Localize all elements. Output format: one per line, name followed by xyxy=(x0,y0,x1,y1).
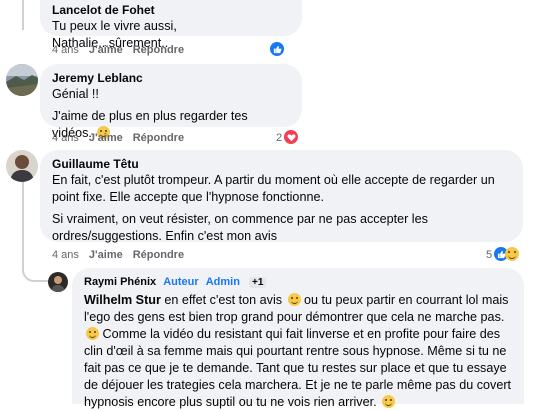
reply-link[interactable]: Répondre xyxy=(133,248,184,262)
avatar[interactable] xyxy=(6,150,38,182)
comment-time[interactable]: 4 ans xyxy=(52,43,79,57)
comment-paragraph: En fait, c'est plutôt trompeur. A partir… xyxy=(52,173,495,204)
comment-author[interactable]: Jeremy Leblanc xyxy=(52,71,290,86)
comment-paragraph: Si vraiment, on veut résister, on commen… xyxy=(52,212,428,243)
avatar[interactable] xyxy=(6,64,38,96)
love-reaction-icon[interactable] xyxy=(284,130,298,144)
thread-line xyxy=(22,0,24,30)
reaction-count[interactable]: 5 xyxy=(486,248,492,262)
thread-line-curve xyxy=(22,262,48,282)
comment-actions: 4 ans J'aime Répondre xyxy=(52,43,184,57)
grin-emoji-icon xyxy=(382,395,396,408)
comment-bubble: Jeremy Leblanc Génial !! J'aime de plus … xyxy=(40,64,302,140)
comment-bubble: Guillaume Têtu En fait, c'est plutôt tro… xyxy=(40,150,523,245)
comment-actions: 4 ans J'aime Répondre xyxy=(52,248,184,262)
admin-badge: Admin xyxy=(205,276,240,288)
comment-line: Génial !! xyxy=(52,87,99,101)
comment-time[interactable]: 4 ans xyxy=(52,131,79,145)
comment-text: En fait, c'est plutôt trompeur. A partir… xyxy=(52,172,511,245)
reaction-count[interactable]: 2 xyxy=(276,131,282,145)
comment-bubble: Lancelot de Fohet Tu peux le vivre aussi… xyxy=(40,0,302,50)
thread-line xyxy=(22,178,24,268)
mention-link[interactable]: Wilhelm Stur xyxy=(84,293,161,307)
reply-header: Raymi Phénix Auteur Admin +1 xyxy=(84,275,512,290)
laugh-reaction-icon[interactable] xyxy=(505,246,519,264)
comment-author[interactable]: Lancelot de Fohet xyxy=(52,3,290,18)
reply-link[interactable]: Répondre xyxy=(133,131,184,145)
wink-emoji-icon xyxy=(86,327,99,340)
reply-text: Wilhelm Stur en effet c'est ton avis ou … xyxy=(84,293,512,409)
comment-actions: 4 ans J'aime Répondre xyxy=(52,131,184,145)
grin-emoji-icon xyxy=(287,293,301,306)
reply-link[interactable]: Répondre xyxy=(133,43,184,57)
avatar[interactable] xyxy=(48,272,68,292)
badge-count[interactable]: +1 xyxy=(249,277,267,288)
like-link[interactable]: J'aime xyxy=(89,248,123,262)
comment-author[interactable]: Guillaume Têtu xyxy=(52,157,511,172)
reply-author[interactable]: Raymi Phénix xyxy=(84,276,156,288)
like-link[interactable]: J'aime xyxy=(89,131,123,145)
author-badge: Auteur xyxy=(163,276,199,288)
comment-time[interactable]: 4 ans xyxy=(52,248,79,262)
like-reaction-icon[interactable] xyxy=(270,42,284,56)
like-link[interactable]: J'aime xyxy=(89,43,123,57)
reply-bubble: Raymi Phénix Auteur Admin +1 Wilhelm Stu… xyxy=(72,268,524,409)
